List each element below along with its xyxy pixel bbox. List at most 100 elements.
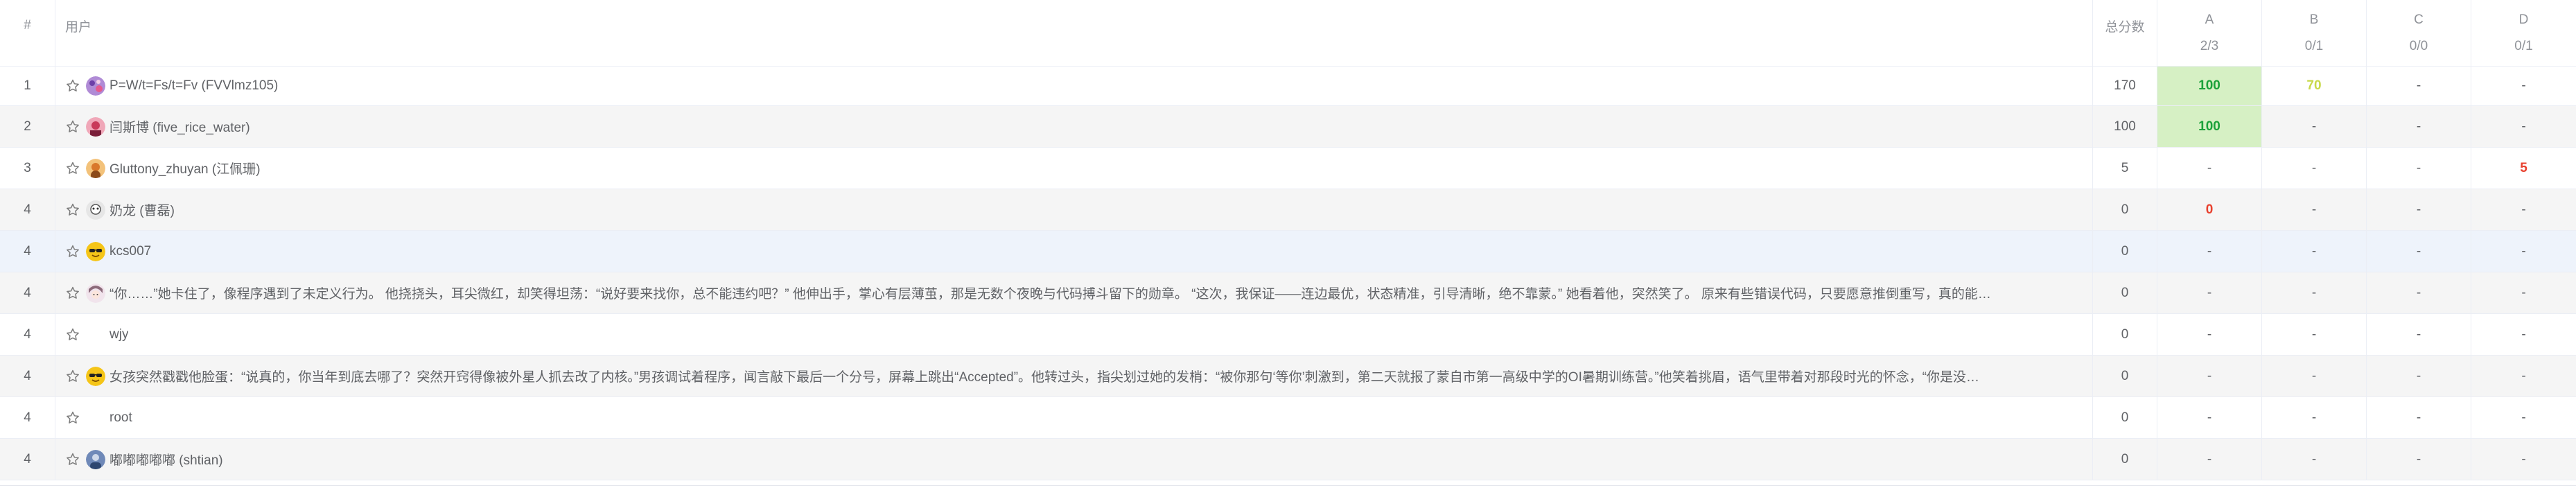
problem-d-score-cell[interactable]: - <box>2471 397 2576 438</box>
table-row: 1 P=W/t=Fs/t=Fv (FVVlmz105) 170 100 70 - - <box>0 67 2576 106</box>
user-name-link[interactable]: 闫斯博 (five_rice_water) <box>109 117 250 136</box>
rank-header: # <box>0 0 55 66</box>
problem-d-score: - <box>2521 451 2526 467</box>
problem-d-label[interactable]: D <box>2519 7 2529 33</box>
problem-b-score: - <box>2311 243 2317 259</box>
problem-c-score-cell[interactable]: - <box>2367 356 2471 396</box>
problem-b-label[interactable]: B <box>2310 7 2319 33</box>
problem-c-score: - <box>2416 243 2421 259</box>
avatar <box>86 283 105 303</box>
star-icon[interactable] <box>65 119 80 134</box>
problem-a-score-cell[interactable]: 0 <box>2157 189 2262 230</box>
problem-a-score-cell[interactable]: 100 <box>2157 67 2262 105</box>
problem-d-score-cell[interactable]: - <box>2471 106 2576 147</box>
total-score-cell: 100 <box>2093 106 2157 147</box>
problem-c-score: - <box>2416 78 2421 93</box>
user-name-link[interactable]: 女孩突然戳戳他脸蛋：“说真的，你当年到底去哪了？突然开窍得像被外星人抓去改了内核… <box>109 367 1979 385</box>
problem-b-score-cell[interactable]: - <box>2262 272 2367 313</box>
problem-b-score-cell[interactable]: - <box>2262 148 2367 189</box>
user-cell: 奶龙 (曹磊) <box>55 189 2093 230</box>
problem-c-score-cell[interactable]: - <box>2367 272 2471 313</box>
problem-b-score-cell[interactable]: - <box>2262 106 2367 147</box>
problem-b-header[interactable]: B 0/1 <box>2262 0 2367 66</box>
problem-c-score-cell[interactable]: - <box>2367 189 2471 230</box>
table-row: 4 女孩突然戳戳他脸蛋：“说真的，你当年到底去哪了？突然开窍得像被外星人抓去改了内… <box>0 356 2576 397</box>
total-score-cell: 0 <box>2093 439 2157 480</box>
problem-c-header[interactable]: C 0/0 <box>2367 0 2471 66</box>
problem-a-score-cell[interactable]: 100 <box>2157 106 2262 147</box>
user-cell: 嘟嘟嘟嘟嘟 (shtian) <box>55 439 2093 480</box>
star-icon[interactable] <box>65 327 80 342</box>
problem-c-score-cell[interactable]: - <box>2367 148 2471 189</box>
problem-a-score-cell[interactable]: - <box>2157 439 2262 480</box>
problem-a-score-cell[interactable]: - <box>2157 231 2262 272</box>
total-score-cell: 0 <box>2093 189 2157 230</box>
avatar <box>86 116 105 137</box>
user-name-link[interactable]: P=W/t=Fs/t=Fv (FVVlmz105) <box>109 78 278 94</box>
problem-b-score-cell[interactable]: 70 <box>2262 67 2367 105</box>
problem-c-score-cell[interactable]: - <box>2367 231 2471 272</box>
problem-d-score-cell[interactable]: - <box>2471 356 2576 396</box>
problem-a-score-cell[interactable]: - <box>2157 397 2262 438</box>
user-name-link[interactable]: “你……”她卡住了，像程序遇到了未定义行为。 他挠挠头，耳尖微红，却笑得坦荡：“… <box>109 284 1991 302</box>
problem-d-score-cell[interactable]: - <box>2471 67 2576 105</box>
problem-c-score-cell[interactable]: - <box>2367 439 2471 480</box>
problem-a-score-cell[interactable]: - <box>2157 272 2262 313</box>
problem-c-label[interactable]: C <box>2414 7 2424 33</box>
star-icon[interactable] <box>65 410 80 426</box>
avatar <box>86 366 105 386</box>
problem-d-score-cell[interactable]: - <box>2471 231 2576 272</box>
user-name-link[interactable]: 嘟嘟嘟嘟嘟 (shtian) <box>109 450 223 469</box>
problem-b-score-cell[interactable]: - <box>2262 439 2367 480</box>
problem-b-score-cell[interactable]: - <box>2262 397 2367 438</box>
ranklist-table: # 用户 总分数 A 2/3 B 0/1 C 0/0 D 0/1 1 P=W/t=… <box>0 0 2576 486</box>
problem-c-score-cell[interactable]: - <box>2367 67 2471 105</box>
problem-b-score: - <box>2311 285 2317 300</box>
table-header: # 用户 总分数 A 2/3 B 0/1 C 0/0 D 0/1 <box>0 0 2576 67</box>
problem-c-score: - <box>2416 285 2421 300</box>
problem-c-score-cell[interactable]: - <box>2367 106 2471 147</box>
user-cell: root <box>55 397 2093 438</box>
star-icon[interactable] <box>65 452 80 467</box>
problem-d-score: - <box>2521 410 2526 425</box>
total-score-cell: 5 <box>2093 148 2157 189</box>
user-name-link[interactable]: 奶龙 (曹磊) <box>109 200 175 219</box>
problem-a-score-cell[interactable]: - <box>2157 314 2262 355</box>
problem-b-score-cell[interactable]: - <box>2262 314 2367 355</box>
problem-a-score: 100 <box>2198 78 2220 93</box>
user-cell: “你……”她卡住了，像程序遇到了未定义行为。 他挠挠头，耳尖微红，却笑得坦荡：“… <box>55 272 2093 313</box>
user-name-link[interactable]: kcs007 <box>109 244 151 259</box>
problem-d-score-cell[interactable]: - <box>2471 439 2576 480</box>
problem-d-score-cell[interactable]: 5 <box>2471 148 2576 189</box>
problem-a-label[interactable]: A <box>2205 7 2214 33</box>
problem-a-header[interactable]: A 2/3 <box>2157 0 2262 66</box>
problem-d-score-cell[interactable]: - <box>2471 314 2576 355</box>
star-icon[interactable] <box>65 78 80 94</box>
star-icon[interactable] <box>65 369 80 384</box>
problem-d-score: - <box>2521 202 2526 217</box>
star-icon[interactable] <box>65 202 80 218</box>
problem-d-stat: 0/1 <box>2514 38 2533 53</box>
rank-cell: 4 <box>0 189 55 230</box>
user-name-link[interactable]: root <box>109 410 132 426</box>
problem-c-score-cell[interactable]: - <box>2367 397 2471 438</box>
problem-d-header[interactable]: D 0/1 <box>2471 0 2576 66</box>
star-icon[interactable] <box>65 286 80 301</box>
problem-a-score-cell[interactable]: - <box>2157 148 2262 189</box>
problem-b-score-cell[interactable]: - <box>2262 356 2367 396</box>
table-row: 2 闫斯博 (five_rice_water) 100 100 - - - <box>0 106 2576 148</box>
user-name-link[interactable]: Gluttony_zhuyan (江佩珊) <box>109 159 261 177</box>
star-icon[interactable] <box>65 161 80 176</box>
rank-cell: 4 <box>0 231 55 272</box>
problem-a-score-cell[interactable]: - <box>2157 356 2262 396</box>
star-icon[interactable] <box>65 244 80 259</box>
problem-b-score-cell[interactable]: - <box>2262 189 2367 230</box>
problem-d-score-cell[interactable]: - <box>2471 272 2576 313</box>
problem-c-stat: 0/0 <box>2409 38 2428 53</box>
user-name-link[interactable]: wjy <box>109 327 128 342</box>
total-score-header[interactable]: 总分数 <box>2093 0 2157 66</box>
problem-b-score: - <box>2311 160 2317 175</box>
problem-b-score-cell[interactable]: - <box>2262 231 2367 272</box>
problem-c-score-cell[interactable]: - <box>2367 314 2471 355</box>
problem-d-score-cell[interactable]: - <box>2471 189 2576 230</box>
